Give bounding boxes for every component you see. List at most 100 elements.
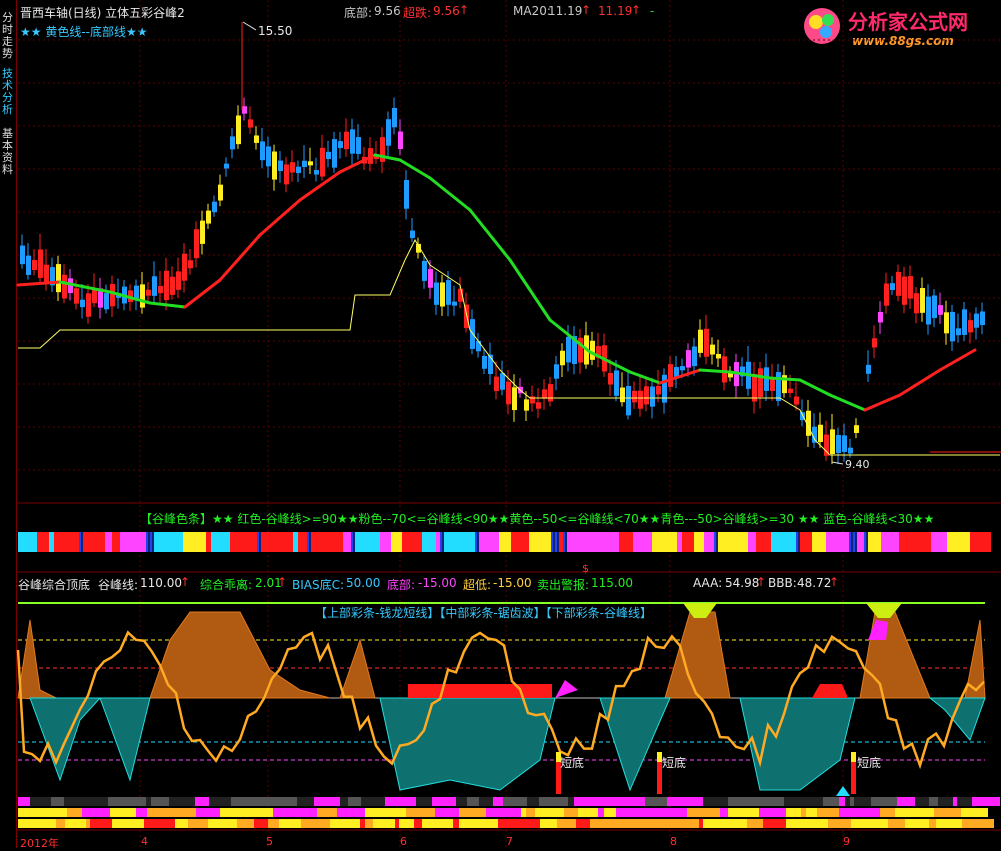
candle-body (296, 166, 301, 174)
bottom-bar-cell (557, 819, 576, 828)
candle-body (656, 385, 661, 395)
candle-body (278, 160, 283, 172)
bottom-bar-cell (467, 797, 479, 806)
bottom-bar-cell (169, 797, 195, 806)
bottom-bar-cell (112, 819, 122, 828)
bottom-bar-cell (897, 797, 915, 806)
color-strip (18, 532, 991, 552)
bottom-bars (18, 797, 1000, 828)
bottom-bar-cell (539, 797, 568, 806)
bottom-bar-cell (340, 797, 348, 806)
ma-segment (183, 278, 222, 309)
candle-body (650, 386, 655, 407)
aaa-label: AAA: (693, 576, 723, 590)
bottom-bar-cell (662, 819, 674, 828)
bottom-bar-cell (18, 797, 30, 806)
gufeng-value: 110.00 (140, 576, 182, 590)
strip-cell (463, 532, 475, 552)
bottom-bar-cell (148, 819, 155, 828)
bottom-bar-cell (850, 797, 854, 806)
candle-body (836, 434, 841, 453)
candle-body (512, 387, 517, 411)
strip-cell (868, 532, 881, 552)
bottom-bar-cell (759, 808, 786, 817)
candle-body (854, 425, 859, 433)
strip-cell (230, 532, 257, 552)
bottom-bar-cell (196, 808, 220, 817)
bottom-bar-cell (392, 797, 416, 806)
bottom-bar-cell (786, 808, 801, 817)
bottom-bar-cell (699, 819, 703, 828)
bottom-bar-cell (936, 819, 943, 828)
bottom-bar-cell (453, 819, 459, 828)
bottom-bar-cell (938, 797, 953, 806)
bottom-bar-cell (895, 808, 921, 817)
bottom-bar-cell (151, 797, 169, 806)
ma-segment (698, 368, 732, 374)
indicator-area (16, 602, 986, 796)
candle-body (422, 260, 427, 281)
bottom-bar-cell (860, 808, 880, 817)
ma-segment (58, 280, 112, 294)
strip-cell (633, 532, 652, 552)
bottom-bar-cell (18, 819, 40, 828)
bottom-bar-cell (406, 808, 435, 817)
ma-segment (768, 376, 802, 382)
bottom-bar-cell (662, 797, 667, 806)
candle-body (674, 366, 679, 377)
positive-area (339, 638, 376, 699)
strip-cell (49, 532, 54, 552)
bottom-bar-cell (613, 819, 638, 828)
candle-body (176, 271, 181, 290)
bottom-bar-cell (957, 797, 972, 806)
strip-cell (977, 532, 991, 552)
chaodi-label: 超低: (463, 578, 492, 592)
candle-body (914, 293, 919, 314)
bottom-bar-cell (839, 797, 845, 806)
candle-body (716, 353, 721, 359)
candle-body (212, 201, 217, 213)
candle-body (542, 389, 547, 399)
bottom-bar-cell (503, 797, 527, 806)
candle-body (872, 338, 877, 348)
bottom-bar-cell (373, 819, 395, 828)
candle-body (80, 299, 85, 308)
bottom-bar-cell (915, 797, 929, 806)
bottom-bar-cell (386, 808, 406, 817)
bottom-bar-cell (720, 819, 747, 828)
up-arrow-icon: ↑ (829, 575, 840, 589)
bottom-bar-cell (865, 819, 880, 828)
bottom-bar-cell (564, 808, 578, 817)
bottom-bar-cell (784, 797, 807, 806)
candle-body (320, 147, 325, 177)
candles (20, 21, 1001, 465)
candle-body (404, 180, 409, 209)
candle-body (590, 340, 595, 360)
candle-body (692, 346, 697, 367)
strip-cell (899, 532, 911, 552)
bottom-bar-cell (203, 819, 208, 828)
magenta-spike (868, 620, 888, 640)
bottom-ind-value: -15.00 (418, 576, 457, 590)
candle-body (608, 372, 613, 385)
bottom-bar-cell (925, 819, 929, 828)
candle-body (56, 264, 61, 293)
positive-area (17, 619, 61, 701)
strip-cell (206, 532, 211, 552)
strip-cell (911, 532, 931, 552)
candle-body (752, 373, 757, 402)
strip-cell (748, 532, 756, 552)
bottom-bar-cell (786, 819, 801, 828)
candle-body (230, 136, 235, 150)
bottom-bar-cell (801, 819, 818, 828)
strip-cell (436, 532, 440, 552)
strip-cell (54, 532, 79, 552)
sell-label: 卖出警报: (537, 578, 590, 592)
bottom-bar-cell (526, 808, 535, 817)
bottom-bar-cell (728, 808, 739, 817)
strip-cell (525, 532, 529, 552)
bottom-bar-cell (431, 819, 453, 828)
bottom-bar-cell (703, 797, 708, 806)
magenta-spike (555, 680, 578, 698)
ma-segment (218, 233, 262, 282)
